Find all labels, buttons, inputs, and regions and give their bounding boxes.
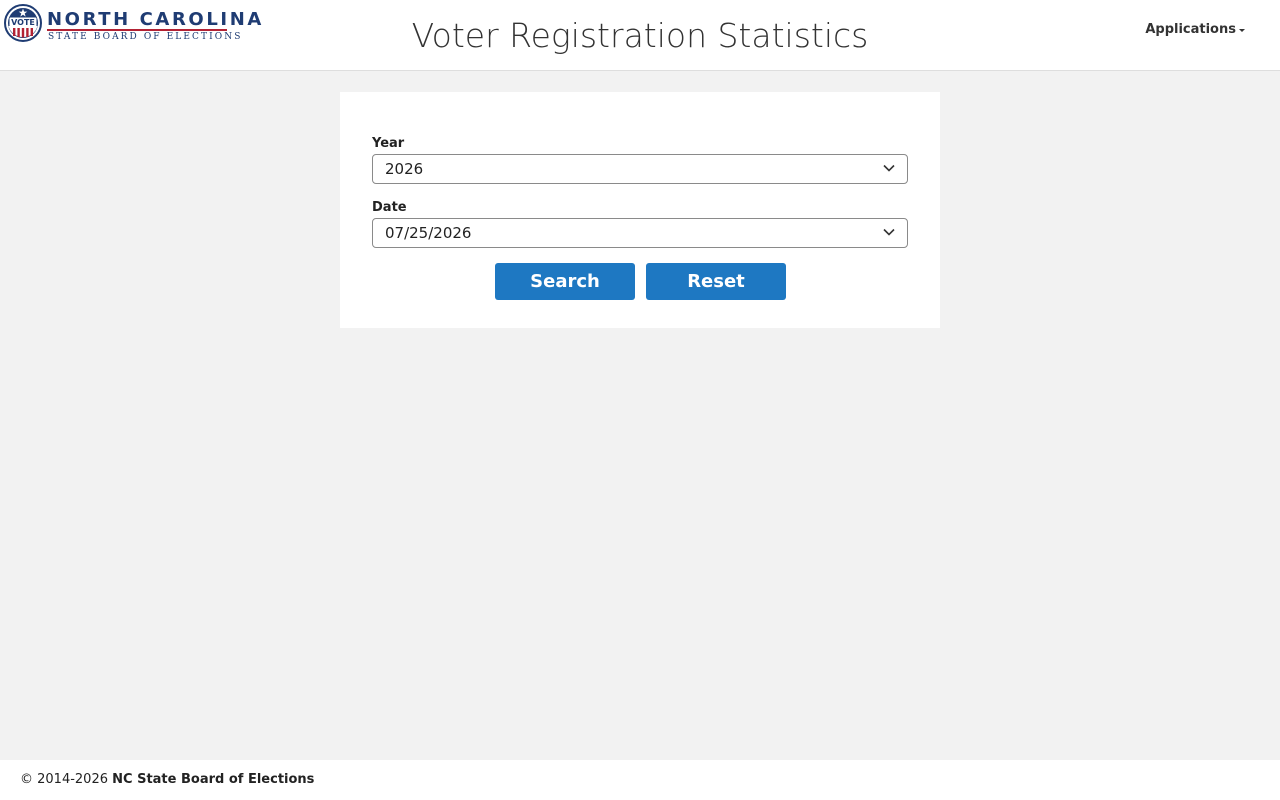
- year-label: Year: [372, 136, 405, 151]
- search-form-card: Year 2026 Date 07/25/2026 Search Reset: [340, 92, 940, 328]
- applications-menu[interactable]: Applications: [1145, 21, 1245, 39]
- date-label: Date: [372, 200, 407, 215]
- applications-menu-label: Applications: [1145, 22, 1236, 37]
- year-select[interactable]: 2026: [372, 154, 908, 184]
- footer-copyright: © 2014-2026 NC State Board of Elections: [20, 772, 314, 788]
- chevron-down-icon: [883, 164, 895, 172]
- footer-organization: NC State Board of Elections: [112, 772, 315, 787]
- caret-down-icon: [1239, 28, 1245, 32]
- copyright-years: © 2014-2026: [20, 772, 108, 787]
- chevron-down-icon: [883, 228, 895, 236]
- search-button[interactable]: Search: [495, 263, 635, 300]
- year-select-value: 2026: [385, 160, 424, 178]
- date-select[interactable]: 07/25/2026: [372, 218, 908, 248]
- site-header: VOTE NORTH CAROLINA STATE BOARD OF ELECT…: [0, 0, 1280, 71]
- date-select-value: 07/25/2026: [385, 224, 472, 242]
- site-footer: © 2014-2026 NC State Board of Elections: [0, 760, 1280, 800]
- reset-button[interactable]: Reset: [646, 263, 786, 300]
- page-title: Voter Registration Statistics: [411, 16, 869, 55]
